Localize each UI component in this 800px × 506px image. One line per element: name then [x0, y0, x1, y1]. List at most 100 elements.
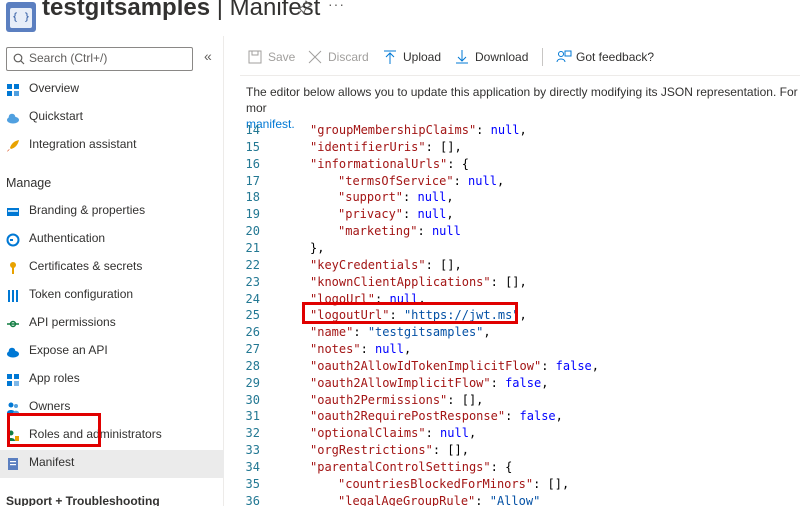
rocket-icon: [7, 140, 19, 152]
code-line: 17 "termsOfService": null,: [228, 174, 800, 191]
sidebar-item-integration-assistant[interactable]: Integration assistant: [0, 132, 224, 160]
code-text: "privacy": null,: [338, 207, 454, 222]
sidebar-item-quickstart[interactable]: Quickstart: [0, 104, 224, 132]
line-number: 29: [245, 375, 260, 390]
code-line: 15 "identifierUris": [],: [228, 140, 800, 157]
line-number: 21: [245, 240, 260, 255]
line-number: 25: [245, 308, 260, 323]
save-icon: [248, 50, 262, 64]
code-text: "oauth2Permissions": [],: [310, 392, 484, 407]
line-number: 28: [245, 358, 260, 373]
download-icon: [456, 50, 468, 64]
search-icon: [13, 53, 25, 65]
line-number: 24: [245, 291, 260, 306]
manifest-highlight-box: [7, 413, 101, 447]
code-text: "termsOfService": null,: [338, 173, 505, 188]
code-text: },: [310, 240, 325, 255]
sidebar-item-certificates[interactable]: Certificates & secrets: [0, 254, 224, 282]
command-bar: Save Discard Upload Download Got feedbac…: [240, 36, 800, 76]
line-number: 34: [245, 460, 260, 474]
line-number: 26: [245, 325, 260, 340]
manifest-icon: [8, 458, 18, 470]
token-bars-icon: [8, 290, 18, 302]
code-text: "marketing": null: [338, 224, 461, 239]
line-number: 27: [245, 342, 260, 357]
code-text: "oauth2RequirePostResponse": false,: [310, 409, 563, 424]
branding-icon: [7, 208, 19, 216]
code-line: 34 "parentalControlSettings": {: [228, 460, 800, 477]
code-line: 32 "optionalClaims": null,: [228, 426, 800, 443]
code-line: 26 "name": "testgitsamples",: [228, 325, 800, 342]
collapse-sidebar-icon[interactable]: «: [204, 48, 212, 64]
code-line: 22 "keyCredentials": [],: [228, 258, 800, 275]
pin-icon[interactable]: [298, 0, 312, 14]
code-text: "support": null,: [338, 190, 454, 205]
app-registration-icon: { }: [6, 2, 36, 32]
line-number: 20: [245, 224, 260, 239]
line-number: 36: [245, 493, 260, 506]
code-line: 23 "knownClientApplications": [],: [228, 275, 800, 292]
search-input[interactable]: Search (Ctrl+/): [6, 47, 193, 71]
feedback-icon: [556, 50, 572, 63]
code-text: "oauth2AllowIdTokenImplicitFlow": false,: [310, 358, 599, 373]
line-number: 14: [245, 124, 260, 137]
code-text: "optionalClaims": null,: [310, 426, 477, 441]
code-text: "keyCredentials": [],: [310, 257, 462, 272]
sidebar-item-app-roles[interactable]: App roles: [0, 366, 224, 394]
code-line: 28 "oauth2AllowIdTokenImplicitFlow": fals…: [228, 359, 800, 376]
blade-header: { } testgitsamples | Manifest ···: [0, 0, 800, 36]
code-line: 18 "support": null,: [228, 190, 800, 207]
close-icon: [308, 50, 322, 64]
sidebar-item-expose-api[interactable]: Expose an API: [0, 338, 224, 366]
code-line: 16 "informationalUrls": {: [228, 157, 800, 174]
upload-icon: [384, 50, 396, 64]
app-name: testgitsamples: [42, 0, 211, 21]
key-icon: [10, 262, 16, 274]
code-line: 33 "orgRestrictions": [],: [228, 443, 800, 460]
more-options-icon[interactable]: ···: [328, 0, 345, 12]
cloud-icon: [7, 113, 19, 124]
sidebar-item-api-permissions[interactable]: API permissions: [0, 310, 224, 338]
code-text: "oauth2AllowImplicitFlow": false,: [310, 375, 549, 390]
line-number: 22: [245, 257, 260, 272]
sidebar-item-overview[interactable]: Overview: [0, 76, 224, 104]
toolbar-separator: [542, 48, 543, 66]
line-number: 32: [245, 426, 260, 441]
code-line: 27 "notes": null,: [228, 342, 800, 359]
code-text: "knownClientApplications": [],: [310, 274, 527, 289]
code-line: 29 "oauth2AllowImplicitFlow": false,: [228, 376, 800, 393]
code-line: 21},: [228, 241, 800, 258]
line-number: 35: [245, 476, 260, 491]
title-separator: |: [210, 0, 230, 21]
support-section-heading: Support + Troubleshooting: [6, 494, 160, 506]
code-text: "name": "testgitsamples",: [310, 325, 491, 340]
code-text: "identifierUris": [],: [310, 139, 462, 154]
code-line: 20 "marketing": null: [228, 224, 800, 241]
code-text: "orgRestrictions": [],: [310, 443, 469, 458]
overview-grid-icon: [7, 84, 19, 96]
code-line: 36 "legalAgeGroupRule": "Allow": [228, 494, 800, 506]
code-line: 19 "privacy": null,: [228, 207, 800, 224]
app-roles-icon: [7, 374, 19, 386]
code-line: 35 "countriesBlockedForMinors": [],: [228, 477, 800, 494]
line-number: 33: [245, 443, 260, 458]
line-number: 30: [245, 392, 260, 407]
page-title: testgitsamples | Manifest: [42, 0, 320, 22]
line-number: 31: [245, 409, 260, 424]
code-text: "notes": null,: [310, 342, 412, 357]
code-line: 31 "oauth2RequirePostResponse": false,: [228, 409, 800, 426]
line-number: 23: [245, 274, 260, 289]
line-number: 17: [245, 173, 260, 188]
sidebar-item-token-configuration[interactable]: Token configuration: [0, 282, 224, 310]
sidebar-item-authentication[interactable]: Authentication: [0, 226, 224, 254]
code-text: "groupMembershipClaims": null,: [310, 124, 527, 137]
line-number: 16: [245, 156, 260, 171]
code-text: "informationalUrls": {: [310, 156, 469, 171]
logout-url-highlight-box: [302, 302, 518, 324]
sidebar-item-manifest[interactable]: Manifest: [0, 450, 224, 478]
search-placeholder: Search (Ctrl+/): [29, 51, 108, 65]
sidebar-item-branding[interactable]: Branding & properties: [0, 198, 224, 226]
line-number: 15: [245, 139, 260, 154]
line-number: 18: [245, 190, 260, 205]
authentication-icon: [6, 233, 20, 247]
